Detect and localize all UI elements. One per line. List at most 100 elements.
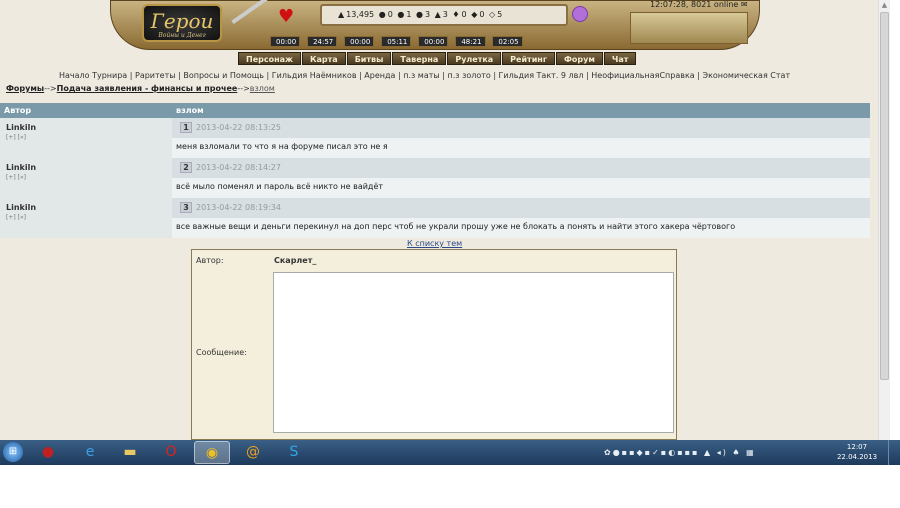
taskbar-clock[interactable]: 12:07 22.04.2013 (832, 442, 882, 462)
server-clock: 12:07:28, 8021 online ✉ (650, 0, 748, 9)
post-date: 2013-04-22 08:14:27 (196, 163, 281, 172)
wood-amount: 0 (387, 10, 393, 19)
post-author[interactable]: Linkiln (6, 123, 166, 132)
post-meta: 2 2013-04-22 08:14:27 (172, 158, 870, 178)
post-number[interactable]: 2 (180, 162, 192, 173)
gold-icon: ▲ (338, 10, 345, 19)
post-meta: 1 2013-04-22 08:13:25 (172, 118, 870, 138)
opera-icon[interactable]: O (153, 441, 189, 464)
timers-row: 00:00 24:57 00:00 05:11 00:00 48:21 02:0… (270, 36, 527, 48)
post-author-links[interactable]: [+] [»] (6, 174, 166, 181)
message-textarea[interactable] (273, 272, 674, 433)
post-author-cell: Linkiln [+] [»] (0, 198, 172, 238)
post-author-cell: Linkiln [+] [»] (0, 118, 172, 158)
post-author[interactable]: Linkiln (6, 163, 166, 172)
message-label: Сообщение: (196, 348, 247, 357)
timer-6: 48:21 (455, 36, 486, 47)
gold-amount: 13,495 (346, 10, 375, 19)
windows-logo-icon: ⊞ (3, 442, 23, 462)
internet-explorer-icon[interactable]: e (72, 441, 108, 464)
timer-7: 02:05 (492, 36, 523, 47)
skype-icon[interactable]: S (276, 441, 312, 464)
nav-character[interactable]: Персонаж (238, 52, 301, 65)
table-header: Автор взлом (0, 103, 870, 118)
crystal-amount: 0 (461, 10, 467, 19)
envelope-icon[interactable]: ✉ (741, 0, 748, 9)
browser-page: Герои Войны и Денег ♥ ▲ 13,495 ● 0 ● 1 ● 3 ▲ 3… (0, 0, 878, 440)
reply-form: Автор: Скарлет_ Сообщение: (191, 249, 677, 440)
heart-icon: ♥ (278, 6, 295, 27)
nav-battles[interactable]: Битвы (346, 52, 392, 65)
start-button[interactable]: ⊞ (0, 440, 28, 465)
wood-icon: ● (378, 10, 386, 19)
post-author-links[interactable]: [+] [»] (6, 214, 166, 221)
thread-table: Автор взлом Linkiln [+] [»] 1 2013-04-22 … (0, 103, 870, 238)
breadcrumb-sep: --> (44, 84, 57, 93)
breadcrumb-current[interactable]: взлом (250, 84, 275, 93)
chrome-icon[interactable]: ◉ (194, 441, 230, 464)
post-date: 2013-04-22 08:19:34 (196, 203, 281, 212)
nav-tavern[interactable]: Таверна (392, 52, 447, 65)
column-author: Автор (4, 106, 32, 115)
post-author-cell: Linkiln [+] [»] (0, 158, 172, 198)
scroll-thumb[interactable] (880, 12, 889, 380)
post-author[interactable]: Linkiln (6, 203, 166, 212)
page-scrollbar[interactable]: ▲ (878, 0, 890, 440)
nav-rating[interactable]: Рейтинг (502, 52, 555, 65)
author-label: Автор: (196, 256, 224, 265)
post-date: 2013-04-22 08:13:25 (196, 123, 281, 132)
post-author-links[interactable]: [+] [»] (6, 134, 166, 141)
author-value: Скарлет_ (274, 256, 317, 265)
game-header: Герои Войны и Денег ♥ ▲ 13,495 ● 0 ● 1 ● 3 ▲ 3… (110, 0, 760, 65)
blank-area (0, 465, 900, 508)
windows-taskbar: ⊞ ● e ▬ O ◉ @ S ✿●▪▪◆▪✓▪◐▪▪▪ ▲ ◂) ♠ ▦ 12… (0, 440, 900, 465)
castle-image (630, 12, 748, 44)
timer-4: 05:11 (381, 36, 412, 47)
quick-links[interactable]: Начало Турнира | Раритеты | Вопросы и По… (59, 71, 790, 80)
back-to-topics-link[interactable]: К списку тем (407, 239, 462, 248)
resources-bar: ▲ 13,495 ● 0 ● 1 ● 3 ▲ 3 ♦ 0 ◆ 0 ◇ 5 (320, 4, 568, 26)
taskbar-date: 22.04.2013 (836, 453, 878, 461)
gem-amount: 0 (479, 10, 485, 19)
breadcrumb-section[interactable]: Подача заявления - финансы и прочее (57, 84, 238, 93)
timer-hp: 00:00 (270, 36, 301, 47)
mail-agent-icon[interactable]: @ (235, 441, 271, 464)
mercury-amount: 3 (424, 10, 431, 19)
nav-forum[interactable]: Форум (556, 52, 603, 65)
sulfur-amount: 3 (442, 10, 448, 19)
breadcrumb-forums[interactable]: Форумы (6, 84, 44, 93)
post-text: все важные вещи и деньги перекинул на до… (172, 218, 870, 238)
taskbar-time: 12:07 (846, 443, 868, 451)
sulfur-icon: ▲ (434, 10, 441, 19)
column-topic: взлом (176, 106, 204, 115)
table-row: Linkiln [+] [»] 2 2013-04-22 08:14:27 всё… (0, 158, 870, 198)
gem-icon: ◆ (471, 10, 478, 19)
crystal-icon: ♦ (452, 10, 460, 19)
breadcrumb-sep: --> (237, 84, 250, 93)
nav-map[interactable]: Карта (301, 52, 346, 65)
nav-chat[interactable]: Чат (603, 52, 637, 65)
breadcrumb: Форумы-->Подача заявления - финансы и пр… (6, 84, 275, 93)
system-tray[interactable]: ✿●▪▪◆▪✓▪◐▪▪▪ ▲ ◂) ♠ ▦ (604, 440, 834, 465)
post-number[interactable]: 1 (180, 122, 192, 133)
tray-app-icons[interactable]: ✿●▪▪◆▪✓▪◐▪▪▪ ▲ ◂) ♠ ▦ (604, 448, 756, 457)
post-text: меня взломали то что я на форуме писал э… (172, 138, 870, 158)
ore-amount: 1 (406, 10, 412, 19)
mercury-icon: ● (415, 10, 423, 19)
show-desktop-button[interactable] (888, 440, 900, 465)
nav-roulette[interactable]: Рулетка (447, 52, 502, 65)
timer-3: 00:00 (344, 36, 375, 47)
scroll-up-icon[interactable]: ▲ (879, 0, 890, 10)
table-row: Linkiln [+] [»] 1 2013-04-22 08:13:25 мен… (0, 118, 870, 158)
game-logo[interactable]: Герои Войны и Денег (142, 4, 222, 42)
ladybug-app-icon[interactable]: ● (30, 441, 66, 464)
timer-5: 00:00 (418, 36, 449, 47)
post-meta: 3 2013-04-22 08:19:34 (172, 198, 870, 218)
post-text: всё мыло поменял и пароль всё никто не в… (172, 178, 870, 198)
diamond-icon: ◇ (488, 10, 496, 19)
post-number[interactable]: 3 (180, 202, 192, 213)
explorer-folder-icon[interactable]: ▬ (112, 441, 148, 464)
potion-icon[interactable] (572, 6, 588, 22)
timer-work: 24:57 (307, 36, 338, 47)
table-row: Linkiln [+] [»] 3 2013-04-22 08:19:34 все… (0, 198, 870, 238)
